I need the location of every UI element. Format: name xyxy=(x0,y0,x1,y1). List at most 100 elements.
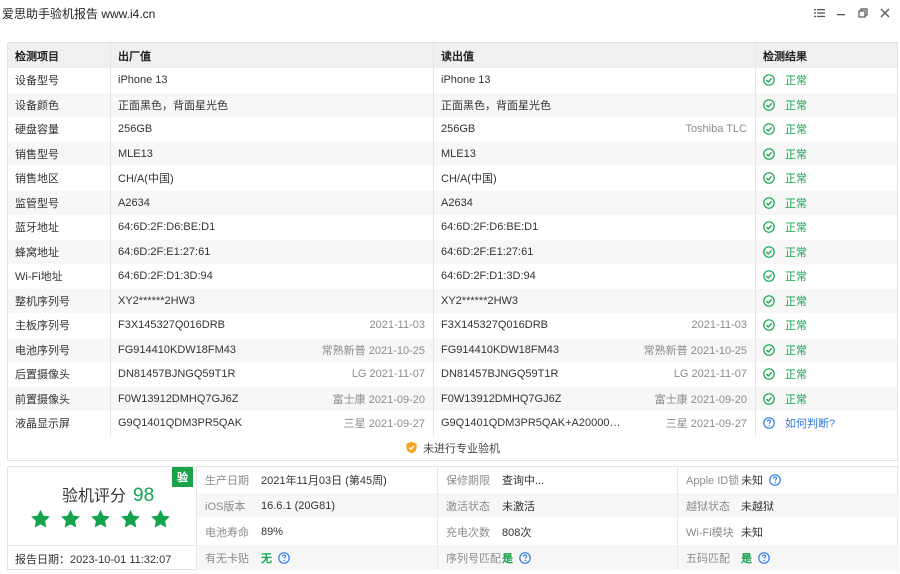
status-ok: 正常 xyxy=(763,244,807,260)
cell-item: 设备颜色 xyxy=(8,93,110,118)
cell-factory: FG914410KDW18FM43 常熟新普 2021-10-25 xyxy=(110,337,433,362)
factory-note: 富士康 2021-09-20 xyxy=(332,393,425,406)
cell-item: 蓝牙地址 xyxy=(8,215,110,240)
info-value: 未知 xyxy=(741,526,763,539)
status-ok: 正常 xyxy=(763,366,807,382)
item-label: 销售地区 xyxy=(15,173,59,186)
result-text: 正常 xyxy=(785,197,807,210)
cell-item: 监管型号 xyxy=(8,191,110,216)
read-value: DN81457BJNGQ59T1R xyxy=(441,368,559,381)
status-ok: 正常 xyxy=(763,121,807,137)
read-value: 正面黑色，背面星光色 xyxy=(441,99,551,112)
info-value: 查询中... xyxy=(502,474,545,487)
item-label: 蜂窝地址 xyxy=(15,246,59,259)
check-circle-icon xyxy=(763,123,780,136)
cell-factory: 64:6D:2F:D6:BE:D1 xyxy=(110,215,433,240)
check-circle-icon xyxy=(763,74,780,87)
read-value: FG914410KDW18FM43 xyxy=(441,343,559,356)
info-cell: Apple ID锁 未知 xyxy=(678,467,899,492)
read-note: 常熟新普 2021-10-25 xyxy=(643,344,747,357)
table-row: 蓝牙地址 64:6D:2F:D6:BE:D1 64:6D:2F:D6:BE:D1 正常 xyxy=(8,215,897,240)
help-icon[interactable] xyxy=(278,551,290,564)
cell-read: 64:6D:2F:D6:BE:D1 xyxy=(433,215,755,240)
status-ok: 正常 xyxy=(763,317,807,333)
factory-value: 64:6D:2F:D1:3D:94 xyxy=(118,270,213,283)
info-row: iOS版本 16.6.1 (20G81) 激活状态 未激活 越狱状态 未越狱 xyxy=(197,493,899,518)
info-value: 无 xyxy=(261,552,272,565)
table-row: 销售地区 CH/A(中国) CH/A(中国) 正常 xyxy=(8,166,897,191)
check-circle-icon xyxy=(763,196,780,209)
cell-result: 正常 xyxy=(755,337,897,362)
check-circle-icon xyxy=(763,221,780,234)
status-ok: 正常 xyxy=(763,170,807,186)
result-text: 正常 xyxy=(785,295,807,308)
item-label: 整机序列号 xyxy=(15,295,70,308)
table-header: 检测项目 出厂值 读出值 检测结果 xyxy=(8,43,897,68)
result-text: 正常 xyxy=(785,148,807,161)
header-item: 检测项目 xyxy=(15,50,59,63)
read-value: F0W13912DMHQ7GJ6Z xyxy=(441,392,562,405)
minimize-icon[interactable] xyxy=(832,4,850,22)
result-text: 如何判断? xyxy=(785,418,836,431)
check-circle-icon xyxy=(763,270,780,283)
title-bar: 爱思助手验机报告 www.i4.cn xyxy=(0,0,900,26)
cell-item: 硬盘容量 xyxy=(8,117,110,142)
cell-factory: DN81457BJNGQ59T1R LG 2021-11-07 xyxy=(110,362,433,387)
score-value: 98 xyxy=(133,485,155,506)
factory-note: 三星 2021-09-27 xyxy=(343,418,425,431)
info-row: 电池寿命 89% 充电次数 808次 Wi-Fi模块 未知 xyxy=(197,519,899,544)
cell-read: A2634 xyxy=(433,190,755,215)
how-to-judge-link[interactable]: 如何判断? xyxy=(763,415,835,431)
info-label: 越狱状态 xyxy=(686,500,730,513)
info-value: 是 xyxy=(741,552,752,565)
table-row: 整机序列号 XY2******2HW3 XY2******2HW3 正常 xyxy=(8,288,897,314)
cell-item: 设备型号 xyxy=(8,68,110,93)
help-icon[interactable] xyxy=(769,473,781,486)
table-row: 后置摄像头 DN81457BJNGQ59T1R LG 2021-11-07 DN814… xyxy=(8,362,897,387)
menu-icon[interactable] xyxy=(810,4,828,22)
status-ok: 正常 xyxy=(763,342,807,358)
result-text: 正常 xyxy=(785,344,807,357)
help-icon[interactable] xyxy=(758,551,770,564)
cell-item: 整机序列号 xyxy=(8,289,110,314)
factory-value: 256GB xyxy=(118,123,153,136)
read-value: 64:6D:2F:D6:BE:D1 xyxy=(441,221,539,234)
restore-icon[interactable] xyxy=(854,4,872,22)
info-value: 未越狱 xyxy=(741,500,774,513)
factory-value: 64:6D:2F:D6:BE:D1 xyxy=(118,221,216,234)
status-ok: 正常 xyxy=(763,219,807,235)
star-icon xyxy=(30,509,51,529)
info-label: 五码匹配 xyxy=(686,552,730,565)
info-cell: 生产日期 2021年11月03日 (第45周) xyxy=(197,467,438,492)
read-value: 64:6D:2F:E1:27:61 xyxy=(441,245,534,258)
info-cell: Wi-Fi模块 未知 xyxy=(678,519,899,544)
cell-result: 正常 xyxy=(755,68,897,93)
cell-factory: 256GB xyxy=(110,117,433,142)
table-row: 主板序列号 F3X145327Q016DRB 2021-11-03 F3X145327… xyxy=(8,313,897,338)
check-circle-icon xyxy=(763,98,780,111)
table-row: 硬盘容量 256GB 256GB Toshiba TLC 正常 xyxy=(8,117,897,142)
cell-factory: CH/A(中国) xyxy=(110,166,433,191)
cell-item: 液晶显示屏 xyxy=(8,411,110,436)
help-icon[interactable] xyxy=(519,551,531,564)
info-cell: iOS版本 16.6.1 (20G81) xyxy=(197,493,438,518)
info-grid: 生产日期 2021年11月03日 (第45周) 保修期限 查询中... Apple ID… xyxy=(196,467,899,570)
cell-result: 正常 xyxy=(755,288,897,313)
cell-result: 正常 xyxy=(755,141,897,166)
read-value: 64:6D:2F:D1:3D:94 xyxy=(441,270,536,283)
result-text: 正常 xyxy=(785,320,807,333)
result-text: 正常 xyxy=(785,173,807,186)
status-ok: 正常 xyxy=(763,293,807,309)
close-icon[interactable] xyxy=(876,4,894,22)
info-row: 有无卡贴无序列号匹配是五码匹配是 xyxy=(197,545,899,570)
info-value: 16.6.1 (20G81) xyxy=(261,499,335,512)
cell-factory: F3X145327Q016DRB 2021-11-03 xyxy=(110,313,433,338)
read-value: XY2******2HW3 xyxy=(441,294,519,307)
item-label: 设备颜色 xyxy=(15,99,59,112)
cell-result: 如何判断? xyxy=(755,411,897,436)
table-row: 电池序列号 FG914410KDW18FM43 常熟新普 2021-10-25 FG9… xyxy=(8,337,897,362)
cell-result: 正常 xyxy=(755,190,897,215)
window-controls xyxy=(810,4,894,22)
cell-factory: XY2******2HW3 xyxy=(110,288,433,313)
info-value: 是 xyxy=(502,552,513,565)
